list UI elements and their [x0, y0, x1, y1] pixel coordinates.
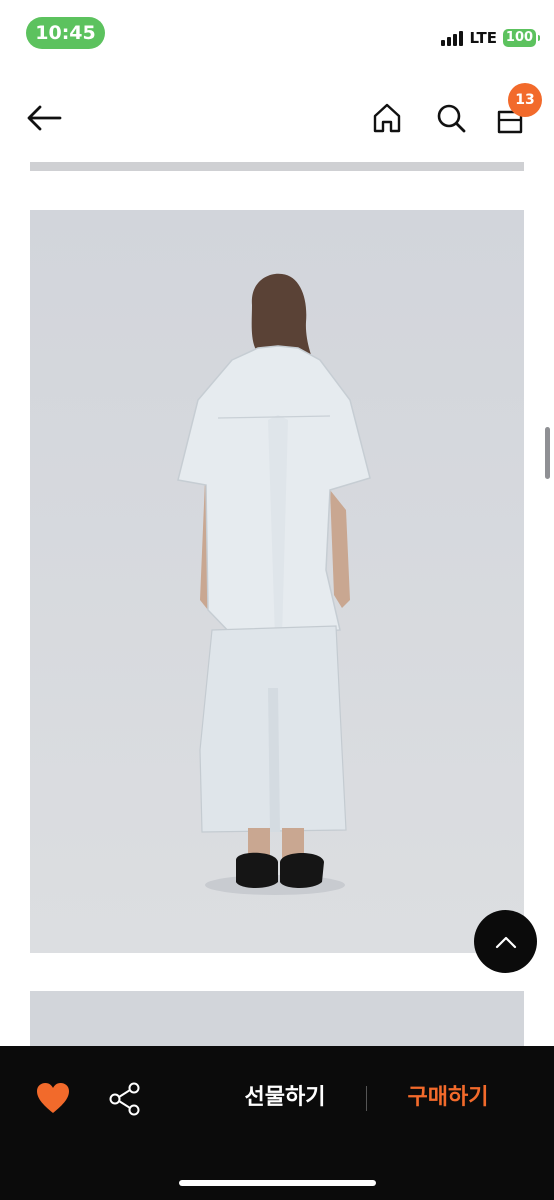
product-image[interactable] — [30, 210, 524, 953]
chevron-up-icon — [495, 936, 516, 948]
buy-button[interactable]: 구매하기 — [378, 1078, 518, 1118]
heart-icon — [37, 1083, 69, 1113]
bar-divider — [366, 1086, 367, 1111]
scroll-to-top-button[interactable] — [474, 910, 537, 973]
cart-count-badge: 13 — [508, 83, 542, 117]
home-icon — [373, 103, 401, 133]
scroll-indicator[interactable] — [545, 427, 550, 479]
battery-icon: 100 — [503, 29, 540, 47]
share-button[interactable] — [106, 1080, 144, 1118]
like-button[interactable] — [34, 1080, 72, 1116]
status-indicators: LTE 100 — [441, 29, 540, 47]
signal-icon — [441, 30, 464, 46]
gift-button[interactable]: 선물하기 — [215, 1078, 355, 1118]
model-back-view-illustration — [30, 210, 524, 953]
home-indicator[interactable] — [179, 1180, 376, 1186]
next-product-image — [30, 991, 524, 1051]
search-icon — [437, 104, 466, 133]
arrow-left-icon — [27, 105, 62, 131]
network-label: LTE — [469, 29, 497, 47]
back-button[interactable] — [24, 98, 64, 138]
status-time: 10:45 — [26, 17, 105, 49]
product-detail-screen: 10:45 LTE 100 13 선물하기 구매하기 — [0, 0, 554, 1200]
home-button[interactable] — [367, 98, 407, 138]
search-button[interactable] — [431, 98, 471, 138]
previous-image-edge — [30, 162, 524, 171]
share-icon — [109, 1082, 140, 1116]
bottom-action-bar — [0, 1046, 554, 1200]
